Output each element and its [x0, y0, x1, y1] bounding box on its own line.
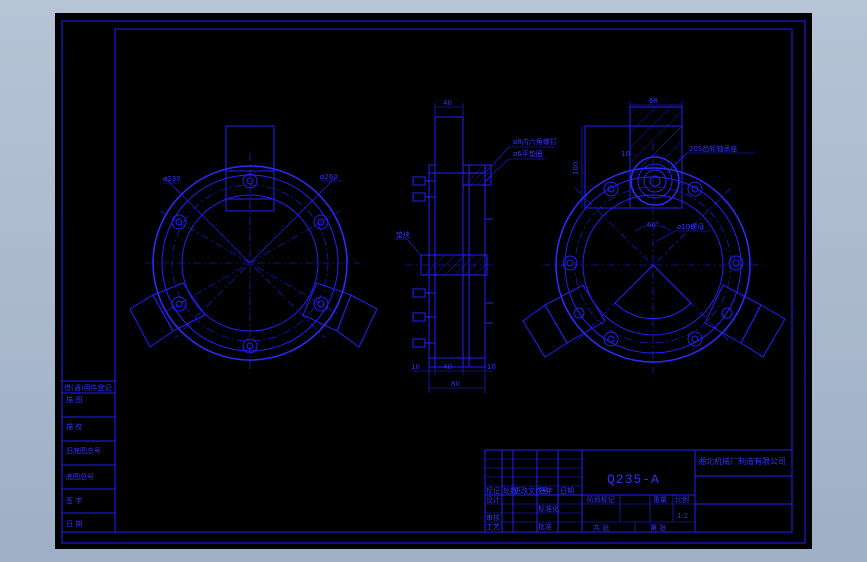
tb-row-label-2: 工艺	[486, 523, 500, 531]
tb-label-0: 标记	[486, 486, 500, 495]
note-right-2: ø10螺母	[677, 222, 704, 231]
front-view-left: ø230 ø260	[129, 125, 378, 373]
section-view-right: 68 100 20S齿轮轴承座 ø10螺母 60° 10	[522, 97, 786, 373]
dim-angle-right: 60°	[647, 221, 659, 229]
title-block: 标记 处数 更改文件号 签字 日期 设计 审核 工艺 标准化 批准 Q235-A…	[484, 449, 793, 533]
dim-top-width-right: 68	[649, 97, 658, 105]
drawing-sheet: ø230 ø260 40 ø8内六角螺钉 ø6平垫圈 垫块 10 40 10 8…	[55, 13, 812, 549]
tb-extra-label-0: 标准化	[538, 504, 559, 513]
side-table-row-6: 日 期	[66, 520, 82, 528]
company-name: 湘北机械厂制造有限公司	[698, 456, 786, 466]
dim-dia-left-2: ø260	[320, 173, 338, 181]
bolt-holes-left	[171, 173, 329, 354]
side-bolts	[412, 176, 493, 348]
side-table-row-3: 旧底图总号	[66, 446, 101, 455]
note-side-2: ø6平垫圈	[513, 149, 543, 158]
weight-label: 重量	[653, 496, 667, 504]
inner-frame	[114, 28, 793, 533]
dim-dia-left-1: ø230	[163, 175, 181, 183]
note-right-1: 20S齿轮轴承座	[689, 144, 737, 153]
cad-drawing: ø230 ø260 40 ø8内六角螺钉 ø6平垫圈 垫块 10 40 10 8…	[61, 20, 806, 544]
dim-top-width-side: 40	[443, 99, 452, 107]
tb-row-label-0: 设计	[486, 495, 500, 504]
scale-value: 1:2	[677, 512, 688, 520]
material-text: Q235-A	[607, 472, 660, 487]
scale-label: 比例	[675, 495, 689, 504]
tb-row-label-1: 审核	[486, 513, 500, 522]
dim-bottom-left-side: 10	[411, 363, 420, 371]
sheet-count-label: 共 张	[593, 523, 609, 532]
note-side-3: 垫块	[396, 230, 410, 239]
dim-small-right: 10	[621, 150, 630, 158]
dim-bottom-right-side: 10	[487, 363, 496, 371]
side-view-middle: 40 ø8内六角螺钉 ø6平垫圈 垫块 10 40 10 80	[395, 99, 557, 393]
side-table: 借(通)用件登记 描 图 描 校 旧底图总号 底图总号 签 字 日 期	[61, 380, 116, 533]
side-table-row-1: 描 图	[66, 395, 82, 404]
outer-frame	[61, 20, 806, 544]
side-table-row-5: 签 字	[66, 496, 82, 505]
side-table-row-4: 底图总号	[66, 472, 94, 481]
tb-label-3: 签字	[539, 486, 553, 495]
note-side-1: ø8内六角螺钉	[513, 137, 557, 146]
stage-label: 阶段标记	[587, 495, 615, 504]
tb-extra-label-1: 批准	[538, 522, 552, 531]
dim-left-height-right: 100	[572, 162, 580, 175]
side-table-row-0: 借(通)用件登记	[64, 383, 111, 392]
sheet-number-label: 第 张	[650, 523, 666, 532]
dim-bottom-mid-side: 40	[443, 363, 452, 371]
dim-bottom-total-side: 80	[451, 380, 460, 388]
tb-label-4: 日期	[560, 487, 574, 495]
side-table-row-2: 描 校	[66, 422, 82, 431]
